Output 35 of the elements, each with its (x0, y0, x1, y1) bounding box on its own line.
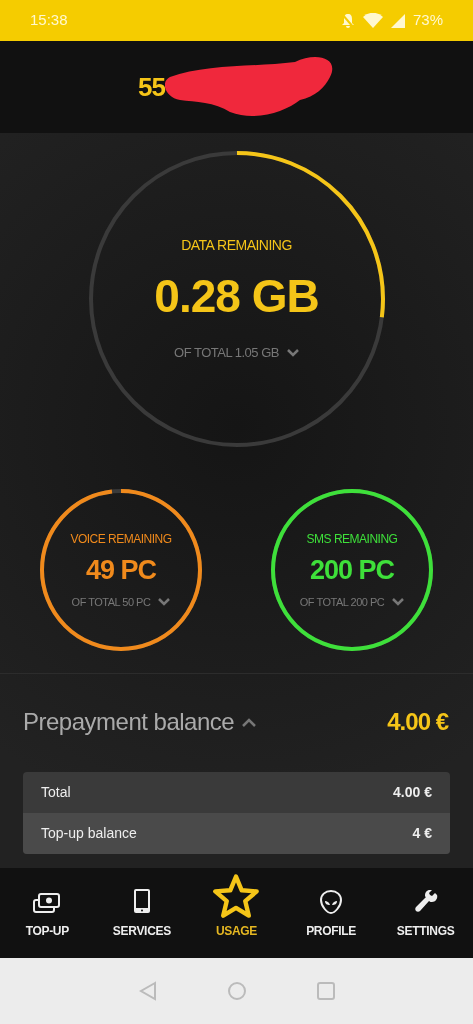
nav-tab[interactable]: SERVICES (94, 868, 190, 958)
row-label: Total (41, 783, 71, 802)
nav-tab[interactable]: SETTINGS (378, 868, 473, 958)
signal-icon (390, 13, 405, 28)
balance-title: Prepayment balance (23, 707, 235, 737)
balance-amount: 4.00 € (387, 707, 448, 737)
status-time: 15:38 (30, 10, 68, 31)
chevron-icon[interactable] (392, 598, 405, 607)
gauge-value: 200 PC (309, 553, 395, 587)
gauge-total: OF TOTAL 200 PC (299, 595, 385, 610)
gauge-total: OF TOTAL 50 PC (71, 595, 151, 610)
gauge-label: VOICE REMAINING (70, 530, 172, 548)
gauge-value: 0.28 GB (154, 269, 319, 325)
chevron-icon[interactable] (286, 349, 299, 357)
nav-tab[interactable]: TOP-UP (0, 868, 95, 958)
phone-number: 55 (138, 70, 165, 104)
wifi-icon (362, 13, 383, 28)
nav-tab[interactable]: PROFILE (283, 868, 379, 958)
gauge-value: 49 PC (85, 553, 156, 587)
nav-tab[interactable]: USAGE (189, 868, 284, 958)
gauge-label: SMS REMAINING (306, 530, 398, 548)
smartphone-icon (132, 888, 151, 914)
wrench-icon (413, 890, 438, 914)
chevron-icon[interactable] (242, 717, 257, 727)
alien-icon (320, 890, 343, 914)
chevron-icon[interactable] (158, 598, 171, 607)
row-label: Top-up balance (41, 824, 137, 843)
gauge-label: DATA REMAINING (181, 236, 292, 256)
star-icon (212, 874, 261, 918)
banknote-icon (33, 892, 62, 914)
bell-muted-icon (340, 12, 355, 29)
gauge-total: OF TOTAL 1.05 GB (174, 344, 279, 363)
battery-percentage: 73% (412, 10, 443, 31)
row-value: 4.00 € (393, 783, 432, 802)
row-value: 4 € (412, 824, 432, 843)
